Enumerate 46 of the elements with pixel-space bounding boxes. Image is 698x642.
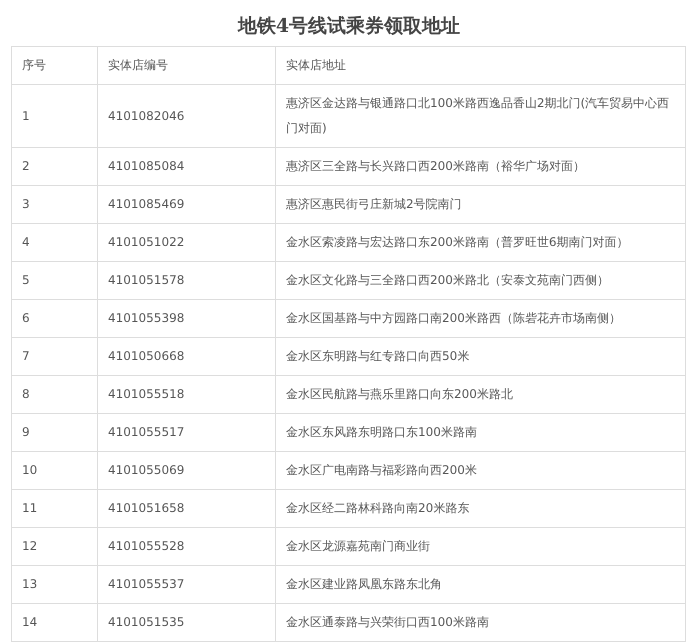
- table-cell-text: 4101085084: [108, 158, 184, 175]
- table-cell-text: 4101055528: [108, 538, 184, 555]
- table-cell-text: 4101082046: [108, 108, 184, 124]
- table-cell-text: 惠济区惠民街弓庄新城2号院南门: [286, 196, 462, 213]
- table-cell-text: 12: [22, 538, 38, 555]
- table-cell-text: 金水区经二路林科路向南20米路东: [286, 500, 470, 517]
- table-cell-text: 4101051022: [108, 234, 184, 251]
- table-cell-text: 9: [22, 424, 30, 441]
- table-cell-text: 2: [22, 158, 30, 175]
- table-cell-text: 8: [22, 386, 30, 403]
- table-cell-text: 4101051658: [108, 500, 184, 517]
- page-title: 地铁4号线试乘券领取地址: [236, 14, 462, 39]
- table-cell-text: 6: [22, 310, 30, 327]
- column-header: 序号: [22, 57, 46, 74]
- table-cell-text: 4101055517: [108, 424, 184, 441]
- table-cell-text: 金水区民航路与燕乐里路口向东200米路北: [286, 386, 513, 403]
- table-cell-text: 金水区东风路东明路口东100米路南: [286, 424, 477, 441]
- table-cell-text: 金水区通泰路与兴荣街口西100米路南: [286, 614, 489, 631]
- table-cell-text: 金水区龙源嘉苑南门商业街: [286, 538, 430, 555]
- table-cell-text: 14: [22, 614, 38, 631]
- table-cell-text: 4101051578: [108, 272, 184, 289]
- table-cell-text: 4101055537: [108, 576, 184, 593]
- table-cell-text: 金水区文化路与三全路口西200米路北（安泰文苑南门西侧）: [286, 272, 609, 289]
- table-cell-text: 4: [22, 234, 30, 251]
- table-cell-text: 4101051535: [108, 614, 184, 631]
- table-cell-text: 7: [22, 348, 30, 365]
- table-cell-text: 金水区国基路与中方园路口南200米路西（陈砦花卉市场南侧）: [286, 310, 621, 327]
- table-cell-text: 4101055518: [108, 386, 184, 403]
- table-cell-text: 金水区东明路与红专路口向西50米: [286, 348, 470, 365]
- table-cell-text: 5: [22, 272, 30, 289]
- column-header: 实体店地址: [286, 57, 346, 74]
- table-cell-text: 10: [22, 462, 38, 479]
- table-cell-text: 13: [22, 576, 38, 593]
- table-cell-text: 1: [22, 108, 30, 124]
- table-cell-text: 11: [22, 500, 38, 517]
- table-cell-text: 金水区广电南路与福彩路向西200米: [286, 462, 477, 479]
- table-cell-text: 4101055398: [108, 310, 184, 327]
- table-cell-text: 3: [22, 196, 30, 213]
- table-cell-text: 4101085469: [108, 196, 184, 213]
- column-header: 实体店编号: [108, 57, 168, 74]
- table-cell-text: 惠济区金达路与银通路口北100米路西逸品香山2期北门(汽车贸易中心西门对面): [286, 95, 670, 137]
- table-cell-text: 4101050668: [108, 348, 184, 365]
- table-cell-text: 4101055069: [108, 462, 184, 479]
- table-cell-text: 金水区索凌路与宏达路口东200米路南（普罗旺世6期南门对面）: [286, 234, 629, 251]
- table-cell-text: 金水区建业路凤凰东路东北角: [286, 576, 442, 593]
- table-cell-text: 惠济区三全路与长兴路口西200米路南（裕华广场对面）: [286, 158, 585, 175]
